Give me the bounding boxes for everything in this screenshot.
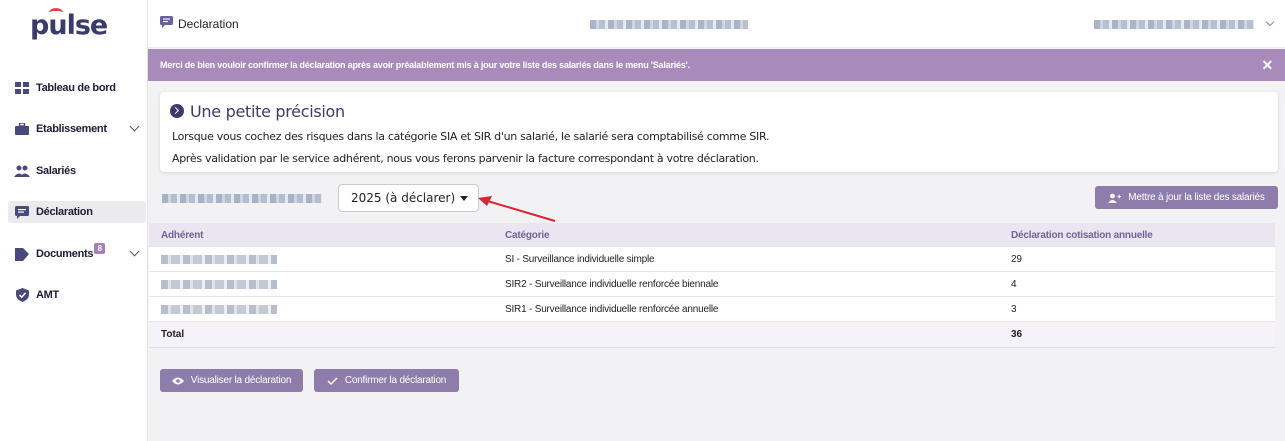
value-cell: 3 [1011, 303, 1017, 315]
adherent-redacted [161, 280, 277, 289]
year-select[interactable]: 2025 (à déclarer) [338, 184, 479, 212]
chevron-down-icon[interactable] [1265, 17, 1275, 27]
column-header-adherent: Adhérent [161, 229, 204, 241]
top-header: Declaration [148, 0, 1285, 48]
categorie-cell: SIR1 - Surveillance individuelle renforc… [505, 303, 719, 315]
sidebar-item-etablissement[interactable]: Etablissement [8, 118, 146, 140]
arrow-circle-icon [170, 104, 184, 118]
sidebar-item-label: AMT [36, 289, 59, 301]
view-declaration-button[interactable]: Visualiser la déclaration [160, 369, 303, 392]
caret-down-icon [460, 196, 468, 201]
sidebar-item-label: Etablissement [36, 123, 107, 135]
briefcase-icon [14, 122, 30, 136]
table-row: SIR2 - Surveillance individuelle renforc… [149, 272, 1275, 297]
total-value: 36 [1011, 329, 1023, 340]
precision-card: Une petite précision Lorsque vous cochez… [160, 92, 1278, 172]
dashboard-icon [14, 81, 30, 95]
sidebar: pulse Tableau de bord Etablissement Sala… [0, 0, 148, 441]
confirm-declaration-button[interactable]: Confirmer la déclaration [314, 369, 459, 392]
sidebar-item-salaries[interactable]: Salariés [8, 160, 146, 182]
shield-icon [14, 288, 30, 302]
table-row: SI - Surveillance individuelle simple 29 [149, 247, 1275, 272]
adherent-redacted [161, 255, 277, 264]
info-banner: Merci de bien vouloir confirmer la décla… [148, 49, 1285, 81]
update-employees-button[interactable]: Mettre à jour la liste des salariés [1095, 186, 1278, 209]
year-select-value: 2025 (à déclarer) [351, 191, 456, 205]
categorie-cell: SI - Surveillance individuelle simple [505, 253, 655, 265]
sidebar-item-label: Salariés [36, 165, 76, 177]
view-declaration-label: Visualiser la déclaration [190, 375, 292, 386]
sidebar-item-label: Déclaration [36, 206, 93, 218]
page-title: Declaration [178, 17, 239, 31]
close-icon[interactable]: ✕ [1261, 57, 1273, 74]
message-icon [160, 16, 173, 31]
chevron-down-icon [129, 246, 140, 257]
banner-text: Merci de bien vouloir confirmer la décla… [160, 60, 690, 70]
sidebar-item-documents[interactable]: Documents 8 [8, 242, 146, 265]
eye-icon [171, 377, 184, 385]
card-title: Une petite précision [190, 102, 345, 121]
info-line-1: Lorsque vous cochez des risques dans la … [172, 130, 770, 143]
sidebar-item-label: Tableau de bord [36, 82, 116, 94]
column-header-declaration: Déclaration cotisation annuelle [1011, 229, 1153, 241]
establishment-name-redacted [162, 194, 322, 203]
chevron-down-icon [129, 121, 140, 132]
value-cell: 4 [1011, 278, 1017, 290]
document-icon [14, 247, 30, 261]
total-label: Total [161, 329, 185, 340]
sidebar-item-label: Documents [36, 248, 94, 260]
pulse-logo[interactable]: pulse [30, 10, 108, 41]
users-icon [14, 164, 30, 178]
info-line-2: Après validation par le service adhérent… [172, 152, 759, 165]
sidebar-item-tableau-de-bord[interactable]: Tableau de bord [8, 77, 146, 99]
sidebar-item-declaration[interactable]: Déclaration [8, 201, 146, 223]
categorie-cell: SIR2 - Surveillance individuelle renforc… [505, 278, 719, 290]
table-row: SIR1 - Surveillance individuelle renforc… [149, 297, 1275, 322]
company-name-redacted [590, 20, 748, 29]
user-plus-icon [1108, 193, 1122, 203]
value-cell: 29 [1011, 253, 1022, 265]
adherent-redacted [161, 305, 277, 314]
user-menu-redacted[interactable] [1094, 20, 1254, 29]
table-total-row: Total 36 [149, 322, 1275, 348]
check-icon [327, 377, 338, 385]
column-header-categorie: Catégorie [505, 229, 550, 241]
documents-count-badge: 8 [94, 242, 106, 254]
confirm-declaration-label: Confirmer la déclaration [344, 375, 447, 386]
table-header: Adhérent Catégorie Déclaration cotisatio… [149, 223, 1275, 247]
sidebar-item-amt[interactable]: AMT [8, 284, 146, 306]
update-employees-label: Mettre à jour la liste des salariés [1128, 192, 1265, 203]
declaration-table: Adhérent Catégorie Déclaration cotisatio… [149, 223, 1275, 348]
message-icon [14, 205, 30, 219]
